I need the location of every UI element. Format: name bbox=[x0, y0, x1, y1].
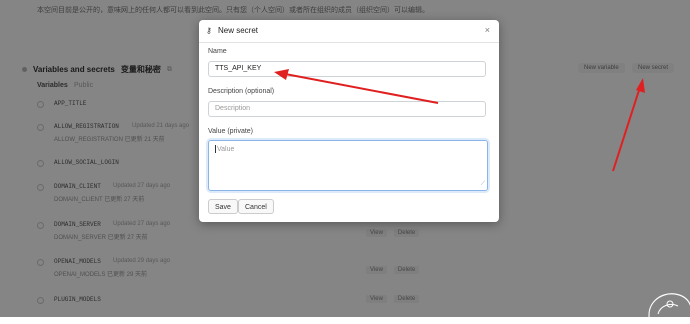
annotation-arrows bbox=[274, 69, 645, 172]
annotation-arrowhead-secret bbox=[636, 78, 645, 93]
annotation-arrow-secret bbox=[612, 83, 642, 172]
annotation-arrow-name bbox=[279, 72, 439, 104]
annotation-arrowhead-name bbox=[274, 69, 289, 80]
